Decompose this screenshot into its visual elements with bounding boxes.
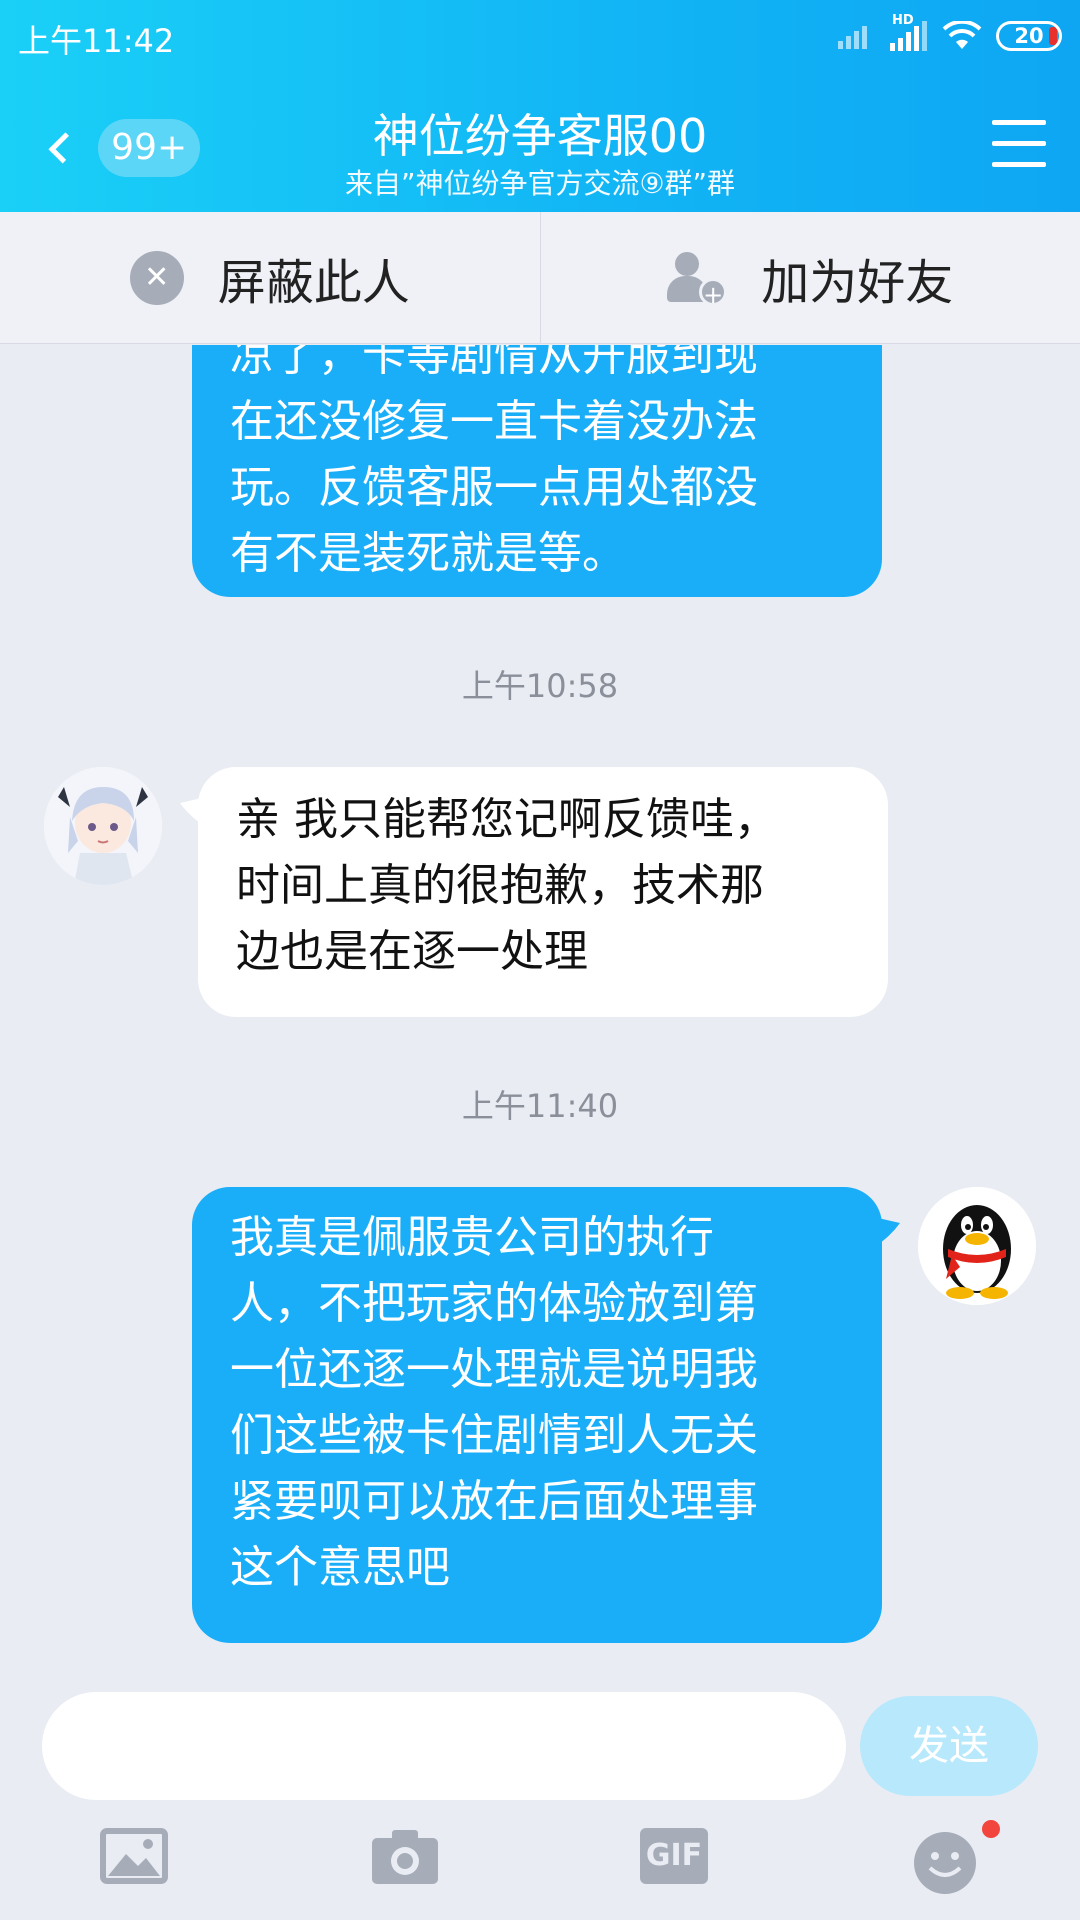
add-friend-icon: +: [667, 250, 728, 309]
message-line: 人，不把玩家的体验放到第: [230, 1278, 758, 1329]
status-icons: HD 20: [838, 13, 1062, 54]
emoji-icon[interactable]: [912, 1830, 978, 1896]
anime-girl-avatar-icon: [44, 767, 162, 885]
message-line: 有不是装死就是等。: [230, 528, 626, 579]
message-line: 紧要呗可以放在后面处理事: [230, 1476, 758, 1527]
message-line: 们这些被卡住剧情到人无关: [230, 1410, 758, 1461]
input-toolbar: GIF: [0, 1808, 1080, 1920]
gif-label: GIF: [645, 1838, 703, 1873]
message-line: 在还没修复一直卡着没办法: [230, 396, 758, 447]
message-line: 一位还逐一处理就是说明我: [230, 1344, 758, 1395]
message-line: 这个意思吧: [230, 1542, 450, 1593]
send-button[interactable]: 发送: [860, 1696, 1038, 1796]
block-user-button[interactable]: ✕ 屏蔽此人: [0, 212, 540, 343]
message-bubble-outgoing[interactable]: 凉了，卡等剧情从开服到现 在还没修复一直卡着没办法 玩。反馈客服一点用处都没 有…: [192, 345, 882, 597]
menu-icon: [992, 120, 1046, 125]
bubble-tail: [874, 1217, 900, 1247]
message-line: 亲 我只能帮您记啊反馈哇，: [236, 794, 778, 845]
chat-subtitle: 来自”神位纷争官方交流⑨群”群: [344, 167, 736, 200]
message-line: 凉了，卡等剧情从开服到现: [230, 345, 758, 381]
status-time: 上午11:42: [18, 22, 175, 60]
message-line: 时间上真的很抱歉，技术那: [236, 860, 764, 911]
message-bubble-incoming[interactable]: 亲 我只能帮您记啊反馈哇， 时间上真的很抱歉，技术那 边也是在逐一处理: [198, 767, 888, 1017]
block-icon: ✕: [129, 250, 184, 305]
battery-level: 20: [1014, 24, 1044, 48]
my-avatar[interactable]: [918, 1187, 1036, 1305]
message-input[interactable]: [42, 1692, 846, 1800]
add-friend-label: 加为好友: [761, 254, 954, 311]
block-user-label: 屏蔽此人: [217, 254, 410, 311]
contact-avatar[interactable]: [44, 767, 162, 885]
stranger-action-bar: ✕ 屏蔽此人 + 加为好友: [0, 212, 1080, 344]
message-bubble-outgoing[interactable]: 我真是佩服贵公司的执行 人，不把玩家的体验放到第 一位还逐一处理就是说明我 们这…: [192, 1187, 882, 1643]
menu-button[interactable]: [992, 120, 1046, 168]
message-line: 玩。反馈客服一点用处都没: [230, 462, 758, 513]
timestamp: 上午10:58: [461, 667, 619, 705]
add-friend-button[interactable]: + 加为好友: [539, 212, 1080, 343]
message-line: 我真是佩服贵公司的执行: [230, 1212, 714, 1263]
signal-icon: [838, 26, 867, 49]
message-list[interactable]: 凉了，卡等剧情从开服到现 在还没修复一直卡着没办法 玩。反馈客服一点用处都没 有…: [0, 345, 1080, 1685]
image-icon[interactable]: [100, 1828, 168, 1884]
notification-dot: [982, 1820, 1000, 1838]
timestamp: 上午11:40: [461, 1087, 619, 1125]
wifi-icon: [942, 21, 982, 49]
qq-penguin-icon: [918, 1187, 1036, 1305]
chat-header: 上午11:42 HD 20 99+ 神位纷争客服00 来自”神位纷争官方交流⑨群…: [0, 0, 1080, 212]
gif-icon[interactable]: GIF: [640, 1828, 708, 1884]
battery-icon: 20: [996, 21, 1062, 51]
camera-icon[interactable]: [370, 1828, 440, 1886]
message-input-wrapper: [42, 1692, 846, 1800]
chat-title: 神位纷争客服00: [372, 109, 708, 163]
message-line: 边也是在逐一处理: [236, 926, 588, 977]
hd-signal-icon: HD: [888, 13, 928, 51]
